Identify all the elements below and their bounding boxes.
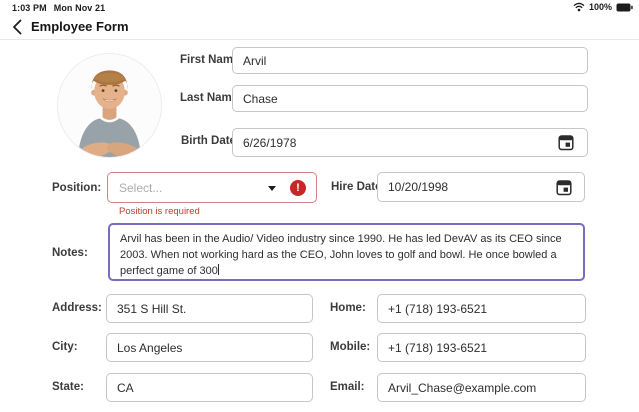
birth-date-calendar-icon[interactable] [558,134,574,151]
notes-label: Notes: [52,247,88,259]
state-input[interactable] [106,373,313,402]
home-phone-input[interactable] [377,294,586,323]
city-input[interactable] [106,333,313,362]
notes-textarea[interactable]: Arvil has been in the Audio/ Video indus… [108,223,585,281]
address-input[interactable] [106,294,313,323]
email-label: Email: [330,381,365,393]
position-select[interactable]: Select... ! [107,172,317,203]
birth-date-label: Birth Date: [181,135,240,147]
mobile-phone-input[interactable] [377,333,586,362]
hire-date-input[interactable] [377,172,585,202]
home-phone-label: Home: [330,302,366,314]
back-button[interactable] [8,18,26,36]
notes-text: Arvil has been in the Audio/ Video indus… [120,233,562,277]
text-cursor [218,264,220,275]
employee-photo-avatar[interactable] [57,53,162,158]
first-name-input[interactable] [232,47,588,74]
hire-date-calendar-icon[interactable] [556,179,572,196]
wifi-icon [573,2,585,12]
error-icon: ! [290,180,306,196]
birth-date-input[interactable] [232,128,588,157]
position-error-message: Position is required [119,206,200,217]
status-date: Mon Nov 21 [54,3,106,13]
nav-bar: Employee Form [0,14,639,40]
status-time: 1:03 PM [12,3,47,13]
page-title: Employee Form [31,19,129,34]
employee-form-screen: 1:03 PM Mon Nov 21 100% [0,0,639,412]
status-time-date: 1:03 PM Mon Nov 21 [12,3,105,13]
chevron-left-icon [12,19,22,35]
position-label: Position: [52,182,101,194]
status-indicators: 100% [573,2,633,12]
mobile-phone-label: Mobile: [330,341,370,353]
battery-icon [616,3,633,12]
caret-down-icon [268,186,276,191]
person-photo-icon [58,54,161,157]
city-label: City: [52,341,78,353]
last-name-input[interactable] [232,85,588,112]
email-input[interactable] [377,373,586,402]
battery-percent-label: 100% [589,2,612,12]
state-label: State: [52,381,84,393]
position-select-placeholder: Select... [119,181,162,195]
address-label: Address: [52,302,102,314]
